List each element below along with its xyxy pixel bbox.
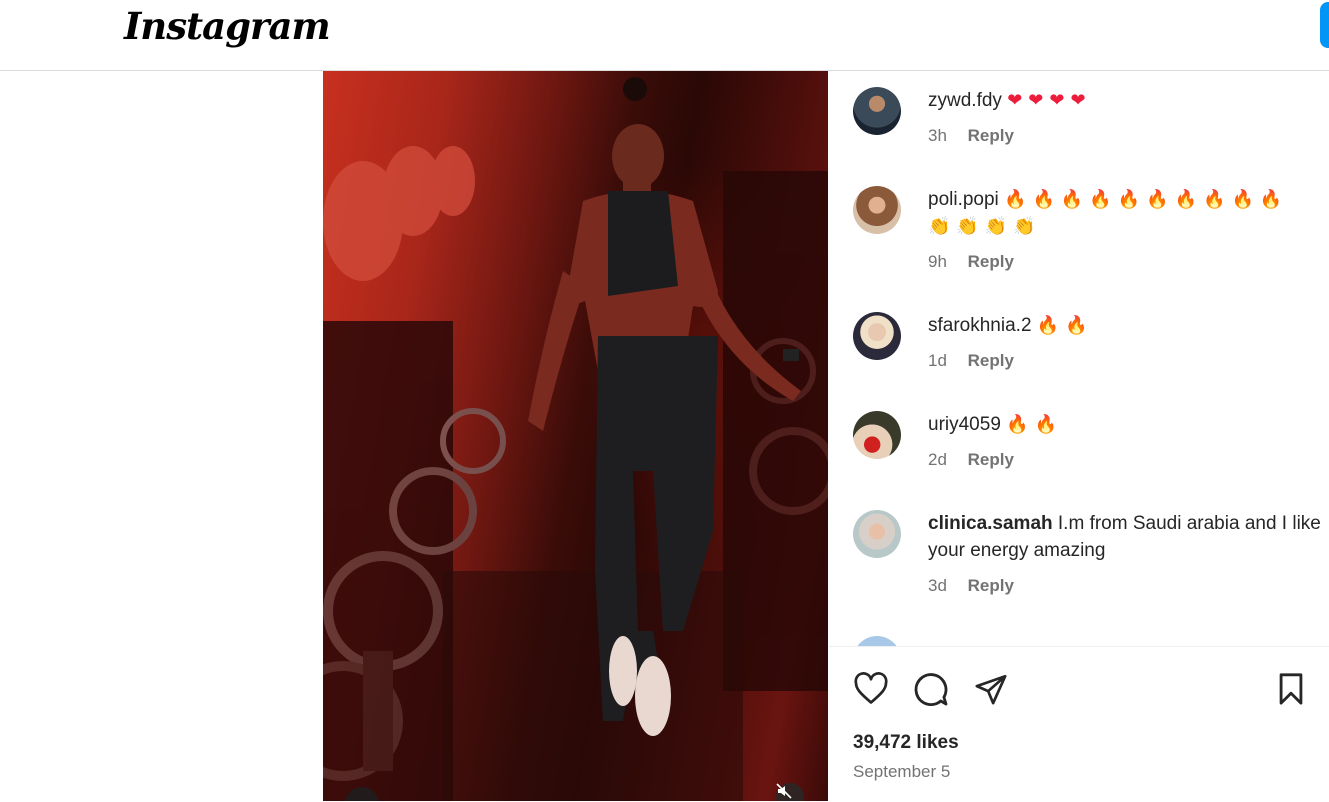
fire-emoji: 🔥 [1089, 189, 1112, 209]
comment-button[interactable] [911, 669, 951, 709]
heart-emoji: ❤ [1007, 90, 1023, 110]
video-frame-illustration [323, 77, 828, 801]
comment-meta: 2d Reply [928, 450, 1014, 470]
share-button[interactable] [971, 669, 1011, 709]
comment-text: sfarokhnia.2 🔥 🔥 [928, 312, 1323, 339]
fire-emoji: 🔥 [1060, 189, 1084, 209]
post-video[interactable] [323, 71, 828, 801]
heart-emoji: ❤ [1070, 90, 1086, 110]
reply-button[interactable]: Reply [968, 126, 1014, 145]
likes-count[interactable]: 39,472 likes [853, 732, 959, 754]
avatar[interactable] [853, 510, 901, 558]
comment-username[interactable]: sfarokhnia.2 [928, 315, 1032, 336]
avatar[interactable] [853, 312, 901, 360]
clap-emoji: 👏 [1013, 216, 1036, 236]
heart-icon [854, 672, 888, 704]
fire-emoji: 🔥 [1146, 189, 1169, 209]
like-button[interactable] [851, 669, 891, 709]
comment-meta: 3h Reply [928, 126, 1014, 146]
save-button[interactable] [1271, 669, 1311, 709]
comment-text: clinica.samah I.m from Saudi arabia and … [928, 510, 1323, 564]
comment-text: poli.popi 🔥 🔥 🔥 🔥 🔥 🔥 🔥 🔥 🔥 🔥 👏 👏 👏 👏 [928, 186, 1323, 240]
fire-emoji: 🔥 [1065, 315, 1088, 335]
comment-text: uriy4059 🔥 🔥 [928, 411, 1323, 438]
share-icon [975, 674, 1007, 705]
comment-username[interactable]: poli.popi [928, 189, 999, 210]
fire-emoji: 🔥 [1231, 189, 1254, 209]
clap-emoji: 👏 [928, 216, 951, 236]
fire-emoji: 🔥 [1034, 414, 1058, 434]
comment-age: 9h [928, 252, 947, 271]
comment-meta: 3d Reply [928, 576, 1014, 596]
comment-age: 1d [928, 351, 947, 370]
muted-speaker-icon [776, 783, 792, 799]
fire-emoji: 🔥 [1203, 189, 1226, 209]
avatar[interactable] [853, 636, 901, 646]
comment-meta: 1d Reply [928, 351, 1014, 371]
fire-emoji: 🔥 [1006, 414, 1029, 434]
fire-emoji: 🔥 [1032, 189, 1055, 209]
bookmark-icon [1279, 673, 1303, 705]
fire-emoji: 🔥 [1036, 315, 1060, 335]
comment-icon [914, 673, 948, 706]
reply-button[interactable]: Reply [968, 351, 1014, 370]
avatar[interactable] [853, 186, 901, 234]
instagram-logo[interactable]: Instagram [124, 4, 331, 48]
clap-emoji: 👏 [984, 216, 1008, 236]
clap-emoji: 👏 [956, 216, 979, 236]
fire-emoji: 🔥 [1117, 189, 1141, 209]
fire-emoji: 🔥 [1259, 189, 1283, 209]
avatar[interactable] [853, 87, 901, 135]
reply-button[interactable]: Reply [968, 252, 1014, 271]
comment-age: 2d [928, 450, 947, 469]
heart-emoji: ❤ [1049, 90, 1065, 110]
post-actions: 39,472 likes September 5 [829, 646, 1329, 802]
comment-text: zywd.fdy ❤ ❤ ❤ ❤ [928, 87, 1323, 114]
avatar[interactable] [853, 411, 901, 459]
comment-username[interactable]: uriy4059 [928, 414, 1001, 435]
comment-username[interactable]: clinica.samah [928, 513, 1053, 534]
reply-button[interactable]: Reply [968, 576, 1014, 595]
post-date: September 5 [853, 762, 951, 781]
comments-list[interactable]: zywd.fdy ❤ ❤ ❤ ❤ 3h Reply poli.popi 🔥 🔥 🔥 🔥 🔥 🔥 🔥… [829, 71, 1329, 646]
reply-button[interactable]: Reply [968, 450, 1014, 469]
primary-action-button[interactable] [1320, 2, 1329, 48]
comment-age: 3d [928, 576, 947, 595]
comment-meta: 9h Reply [928, 252, 1014, 272]
comment-username[interactable]: zywd.fdy [928, 90, 1002, 111]
fire-emoji: 🔥 [1004, 189, 1027, 209]
comment-age: 3h [928, 126, 947, 145]
heart-emoji: ❤ [1028, 90, 1044, 110]
fire-emoji: 🔥 [1174, 189, 1198, 209]
top-navigation-bar: Instagram [0, 0, 1329, 71]
